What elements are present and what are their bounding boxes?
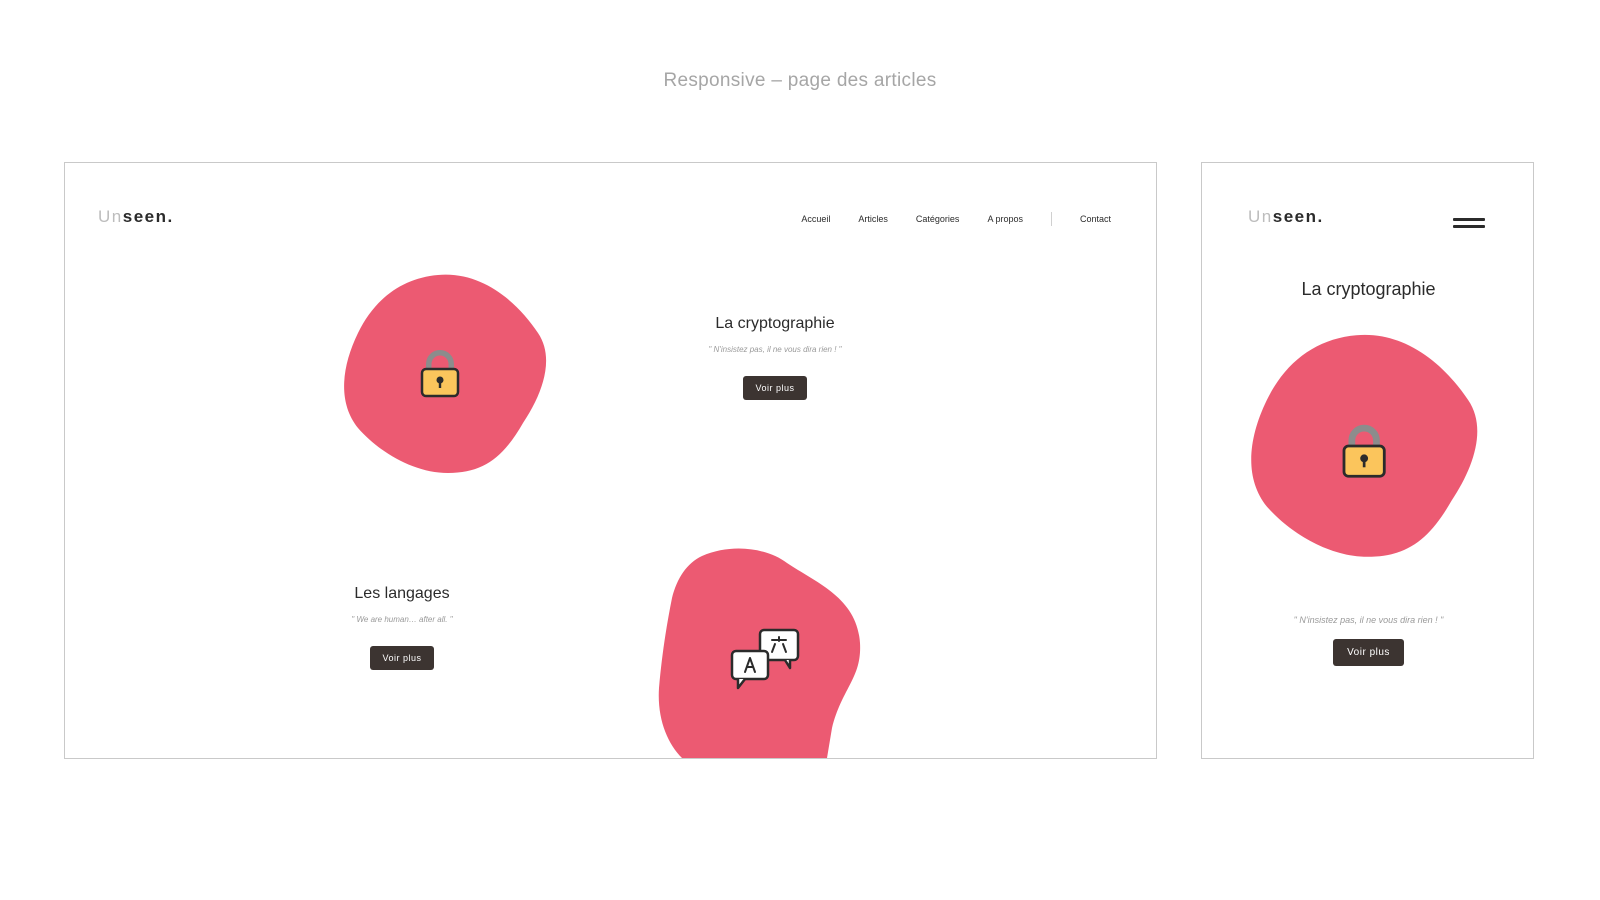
nav-item-articles[interactable]: Articles	[858, 214, 888, 224]
mobile-cryptographie-blob	[1251, 334, 1478, 557]
mobile-frame: Unseen. La cryptographie " N'insistez pa…	[1201, 162, 1534, 759]
voir-plus-button[interactable]: Voir plus	[743, 376, 807, 400]
nav-item-contact[interactable]: Contact	[1080, 214, 1111, 224]
voir-plus-button[interactable]: Voir plus	[370, 646, 434, 670]
logo[interactable]: Unseen.	[98, 207, 174, 227]
logo[interactable]: Unseen.	[1248, 207, 1324, 227]
article-card-langages: Les langages " We are human… after all. …	[252, 585, 552, 670]
article-quote: " N'insistez pas, il ne vous dira rien !…	[708, 345, 842, 354]
nav-divider	[1050, 212, 1052, 226]
page-title: Responsive – page des articles	[663, 70, 937, 91]
voir-plus-button[interactable]: Voir plus	[1333, 639, 1404, 666]
article-quote: " We are human… after all. "	[351, 615, 453, 624]
nav-item-accueil[interactable]: Accueil	[801, 214, 830, 224]
langages-blob	[658, 548, 861, 758]
article-title: La cryptographie	[715, 315, 835, 332]
nav-item-a-propos[interactable]: A propos	[987, 214, 1023, 224]
article-quote: " N'insistez pas, il ne vous dira rien !…	[1293, 615, 1444, 625]
nav-item-categories[interactable]: Catégories	[916, 214, 960, 224]
article-card-cryptographie: La cryptographie " N'insistez pas, il ne…	[625, 315, 925, 400]
cryptographie-blob	[344, 274, 547, 473]
mobile-article-card: " N'insistez pas, il ne vous dira rien !…	[1202, 603, 1533, 666]
desktop-frame: Unseen. Accueil Articles Catégories A pr…	[64, 162, 1157, 759]
article-title: Les langages	[354, 585, 450, 602]
main-nav: Accueil Articles Catégories A propos Con…	[801, 212, 1111, 226]
hamburger-menu-icon[interactable]	[1453, 218, 1485, 230]
mobile-article-title: La cryptographie	[1301, 279, 1436, 299]
